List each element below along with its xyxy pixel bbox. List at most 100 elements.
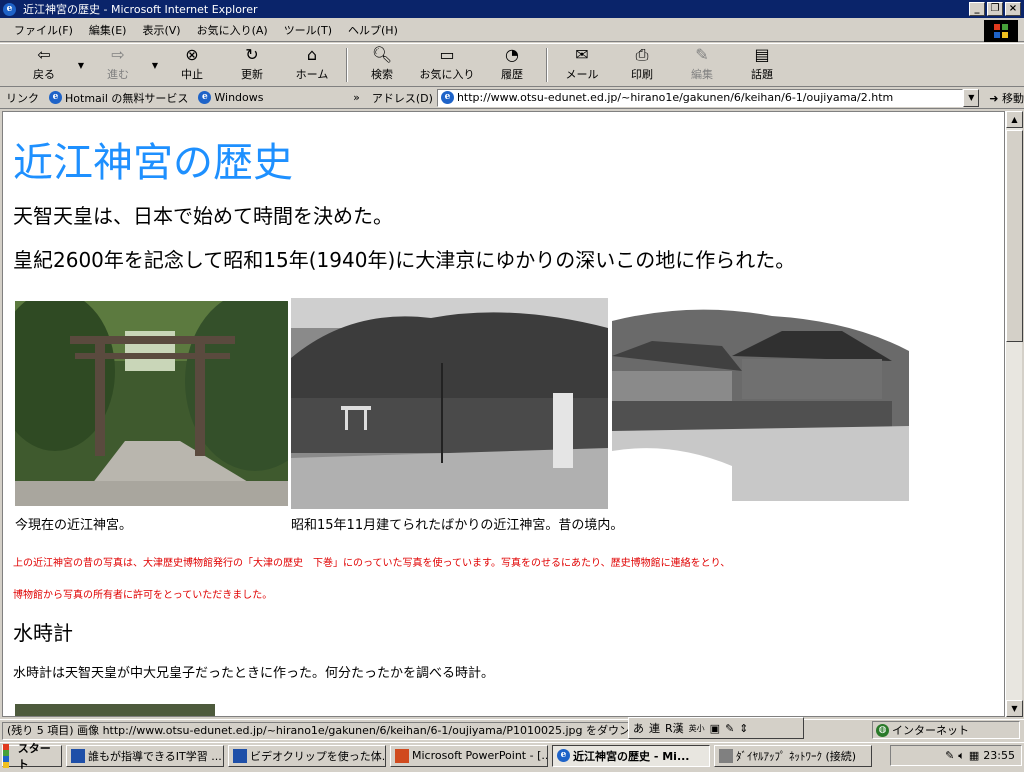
menu-view[interactable]: 表示(V)	[142, 22, 180, 38]
menu-favorites[interactable]: お気に入り(A)	[197, 22, 268, 38]
search-icon: 🔍︎	[371, 45, 393, 64]
mail-icon: ✉	[575, 45, 589, 64]
forward-label: 進む	[107, 68, 129, 81]
window-titlebar[interactable]: e 近江神宮の歴史 - Microsoft Internet Explorer …	[0, 0, 1024, 18]
vertical-scrollbar[interactable]: ▲ ▼	[1005, 111, 1023, 717]
ie-page-icon: e	[440, 91, 454, 104]
address-dropdown-icon[interactable]: ▼	[963, 88, 980, 107]
dialup-network-icon	[719, 748, 733, 763]
edit-button[interactable]: ✎ 編集	[672, 45, 732, 85]
menu-tools[interactable]: ツール(T)	[284, 22, 332, 38]
menu-file[interactable]: ファイル(F)	[14, 22, 73, 38]
water-clock-photo-partial	[15, 704, 215, 716]
refresh-icon: ↻	[245, 45, 259, 64]
ime-updown-icon[interactable]: ⇕	[739, 722, 748, 735]
close-button[interactable]: ×	[1005, 2, 1021, 16]
stop-label: 中止	[181, 68, 203, 81]
task-label: 誰もが指導できるIT学習 ...	[88, 749, 222, 763]
start-button[interactable]: スタート	[2, 742, 62, 771]
section-heading-water-clock: 水時計	[13, 621, 73, 645]
word-doc-icon	[71, 748, 85, 763]
start-label: スタート	[17, 741, 51, 771]
word-doc-icon	[233, 748, 247, 763]
ime-toolbar[interactable]: あ 連 R漢 英小 ▣ ✎ ⇕	[628, 717, 804, 739]
forward-button[interactable]: ⇨ 進む	[88, 45, 148, 85]
stop-icon: ⊗	[185, 45, 199, 64]
task-ie-active[interactable]: e 近江神宮の歴史 - Mi...	[552, 744, 710, 767]
links-label: リンク	[6, 91, 39, 105]
minimize-button[interactable]: _	[969, 2, 985, 16]
discuss-icon: ▤	[754, 45, 770, 64]
clock[interactable]: 23:55	[983, 749, 1015, 762]
menu-edit[interactable]: 編集(E)	[89, 22, 127, 38]
torii-gate-photo	[15, 301, 288, 506]
page-content[interactable]: 近江神宮の歴史 天智天皇は、日本で始めて時間を決めた。 皇紀2600年を記念して…	[2, 111, 1005, 717]
ime-mode-conversion[interactable]: 連	[649, 720, 660, 736]
photo-caption-old: 昭和15年11月建てられたばかりの近江神宮。昔の境内。	[291, 518, 624, 533]
search-button[interactable]: 🔍︎ 検索	[352, 45, 412, 85]
task-word-doc-1[interactable]: 誰もが指導できるIT学習 ...	[66, 744, 224, 767]
task-word-doc-2[interactable]: ビデオクリップを使った体...	[228, 744, 386, 767]
scroll-down-icon[interactable]: ▼	[1006, 700, 1023, 717]
refresh-label: 更新	[241, 68, 263, 81]
printer-icon: ⎙	[635, 45, 649, 64]
task-powerpoint[interactable]: Microsoft PowerPoint - [...	[390, 744, 548, 767]
task-label: ビデオクリップを使った体...	[250, 749, 386, 763]
back-label: 戻る	[33, 68, 55, 81]
task-dialup[interactable]: ﾀﾞｲﾔﾙｱｯﾌﾟ ﾈｯﾄﾜｰｸ (接続)	[714, 744, 872, 767]
back-button[interactable]: ⇦ 戻る	[14, 45, 74, 85]
edit-label: 編集	[691, 68, 713, 81]
shrine-buildings-photo	[612, 301, 909, 501]
photo-credit-note-1: 上の近江神宮の昔の写真は、大津歴史博物館発行の「大津の歴史 下巻」にのっていた写…	[13, 558, 731, 569]
history-button[interactable]: ◔ 履歴	[482, 45, 542, 85]
forward-dropdown-icon[interactable]: ▼	[148, 61, 162, 70]
stop-button[interactable]: ⊗ 中止	[162, 45, 222, 85]
volume-icon[interactable]: 🔈︎	[958, 749, 965, 763]
taskbar: スタート 誰もが指導できるIT学習 ... ビデオクリップを使った体... Mi…	[0, 742, 1024, 771]
back-dropdown-icon[interactable]: ▼	[74, 61, 88, 70]
mail-button[interactable]: ✉ メール	[552, 45, 612, 85]
favorites-label: お気に入り	[419, 68, 475, 81]
ime-mode-romaji[interactable]: R漢	[665, 720, 684, 736]
print-button[interactable]: ⎙ 印刷	[612, 45, 672, 85]
refresh-button[interactable]: ↻ 更新	[222, 45, 282, 85]
go-arrow-icon: ➜	[989, 91, 999, 105]
pen-icon[interactable]: ✎	[945, 749, 954, 762]
discuss-button[interactable]: ▤ 話題	[732, 45, 792, 85]
link-windows[interactable]: e Windows	[198, 91, 264, 104]
task-label: Microsoft PowerPoint - [...	[412, 749, 548, 762]
ie-page-icon: e	[49, 91, 62, 104]
photo-credit-note-2: 博物館から写真の所有者に許可をとっていただきました。	[13, 590, 273, 601]
ie-page-icon: e	[198, 91, 212, 104]
address-label: アドレス(D)	[371, 91, 433, 105]
favorites-button[interactable]: ▭ お気に入り	[412, 45, 482, 85]
page-title: 近江神宮の歴史	[13, 140, 293, 186]
windows-logo-icon	[984, 20, 1018, 42]
address-bar-row: リンク e Hotmail の無料サービス e Windows » アドレス(D…	[0, 87, 1024, 109]
scroll-up-icon[interactable]: ▲	[1006, 111, 1023, 128]
menu-help[interactable]: ヘルプ(H)	[348, 22, 398, 38]
intro-line-1: 天智天皇は、日本で始めて時間を決めた。	[13, 204, 393, 228]
intro-line-2: 皇紀2600年を記念して昭和15年(1940年)に大津京にゆかりの深いこの地に作…	[13, 248, 796, 272]
toolbar-separator	[346, 48, 348, 82]
standard-toolbar: ⇦ 戻る ▼ ⇨ 進む ▼ ⊗ 中止 ↻ 更新 ⌂ ホーム 🔍︎ 検索 ▭ お気…	[0, 43, 1024, 87]
windows-flag-icon	[3, 743, 15, 768]
ime-mode-hiragana[interactable]: あ	[633, 720, 644, 736]
address-input[interactable]: e http://www.otsu-edunet.ed.jp/~hirano1e…	[436, 88, 964, 107]
restore-button[interactable]: ❐	[987, 2, 1003, 16]
links-more-chevron-icon[interactable]: »	[353, 91, 360, 104]
system-tray: ✎ 🔈︎ ▦ 23:55	[890, 745, 1022, 766]
ime-pad-icon[interactable]: ▣	[710, 722, 720, 735]
window-controls: _ ❐ ×	[969, 2, 1021, 16]
old-shrine-grounds-photo	[291, 298, 608, 509]
mail-label: メール	[565, 68, 599, 81]
favorites-folder-icon: ▭	[439, 45, 455, 64]
link-hotmail[interactable]: e Hotmail の無料サービス	[49, 90, 188, 106]
home-button[interactable]: ⌂ ホーム	[282, 45, 342, 85]
network-icon[interactable]: ▦	[969, 749, 979, 762]
ime-mode-alnum[interactable]: 英小	[689, 723, 705, 734]
go-button[interactable]: ➜ 移動	[989, 90, 1024, 106]
back-arrow-icon: ⇦	[37, 45, 51, 64]
scroll-thumb[interactable]	[1006, 130, 1023, 342]
ime-tools-icon[interactable]: ✎	[725, 722, 734, 735]
